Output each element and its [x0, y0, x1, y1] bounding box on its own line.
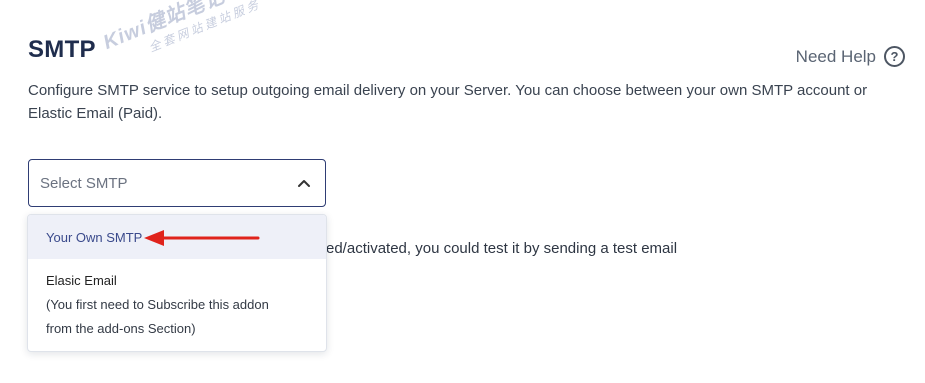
smtp-select[interactable]: Select SMTP [28, 159, 326, 207]
watermark-main: Kiwi健站笔记 [100, 0, 229, 54]
smtp-select-placeholder: Select SMTP [40, 174, 128, 192]
question-circle-icon: ? [884, 46, 905, 67]
chevron-up-icon [298, 180, 310, 187]
watermark: Kiwi健站笔记 全套网站建站服务 [98, 0, 264, 71]
option-elastic-email-label: Elasic Email [46, 273, 117, 288]
test-email-hint: ed/activated, you could test it by sendi… [326, 240, 678, 257]
need-help-label: Need Help [795, 46, 876, 66]
need-help-link[interactable]: Need Help ? [796, 46, 905, 67]
smtp-settings-page: SMTP Need Help ? Configure SMTP service … [0, 0, 925, 383]
page-title: SMTP [28, 36, 96, 63]
smtp-dropdown-menu: Your Own SMTP Elasic Email (You first ne… [27, 214, 327, 352]
watermark-sub: 全套网站建站服务 [146, 0, 264, 55]
option-elastic-email-note-2: from the add-ons Section) [46, 321, 196, 336]
page-description: Configure SMTP service to setup outgoing… [28, 82, 868, 122]
option-your-own-smtp[interactable]: Your Own SMTP [28, 215, 326, 259]
option-elastic-email[interactable]: Elasic Email (You first need to Subscrib… [28, 259, 326, 351]
option-elastic-email-note-1: (You first need to Subscribe this addon [46, 297, 269, 312]
